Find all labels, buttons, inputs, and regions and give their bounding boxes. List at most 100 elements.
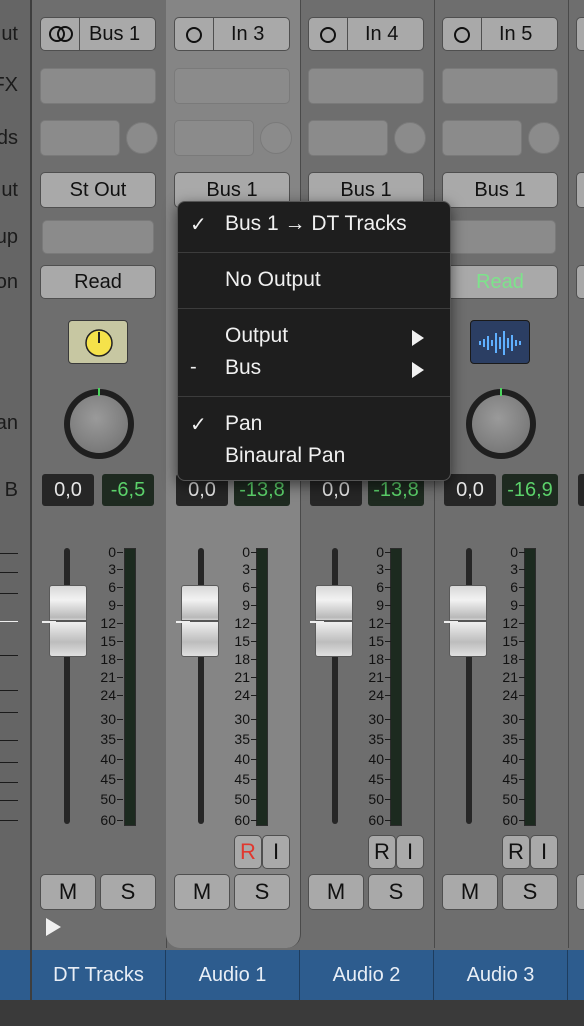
solo-button[interactable]: S (502, 874, 558, 910)
menu-item-binaural-pan[interactable]: Binaural Pan (178, 442, 450, 472)
group-slot[interactable] (42, 220, 154, 254)
send-level-knob[interactable] (126, 122, 158, 154)
scale-tick (385, 695, 391, 696)
automation-mode-button[interactable]: Read (40, 265, 156, 299)
input-monitor-button[interactable]: I (396, 835, 424, 869)
scale-tick (385, 587, 391, 588)
automation-mode-button[interactable] (576, 265, 584, 299)
mute-button[interactable]: M (40, 874, 96, 910)
scale-tick (519, 677, 525, 678)
mute-button[interactable] (576, 874, 584, 910)
audio-fx-slot[interactable] (174, 68, 290, 104)
menu-item-bus1-dt-tracks[interactable]: ✓ Bus 1 → DT Tracks (178, 210, 450, 240)
output-slot[interactable] (576, 172, 584, 208)
menu-item-no-output[interactable]: No Output (178, 266, 450, 296)
scale-label: 15 (100, 633, 116, 649)
mute-button[interactable]: M (174, 874, 230, 910)
scale-tick (0, 782, 18, 783)
output-slot[interactable]: St Out (40, 172, 156, 208)
scale-label: 40 (502, 751, 518, 767)
track-name-audio-3[interactable]: Audio 3 (434, 950, 568, 1000)
scale-tick (385, 569, 391, 570)
track-name-audio-1[interactable]: Audio 1 (166, 950, 300, 1000)
menu-item-bus[interactable]: - Bus (178, 354, 450, 384)
label-pan-row: an (0, 412, 18, 434)
scale-tick (117, 779, 123, 780)
input-label: Bus 1 (89, 23, 141, 45)
mute-button[interactable]: M (308, 874, 364, 910)
scale-tick (519, 779, 525, 780)
send-level-knob[interactable] (260, 122, 292, 154)
submenu-arrow-icon (412, 362, 424, 378)
input-slot[interactable]: In 3 (174, 17, 290, 51)
scale-label: 12 (234, 615, 250, 631)
scale-tick (251, 820, 257, 821)
menu-item-pan[interactable]: ✓ Pan (178, 410, 450, 440)
tuner-plugin-button[interactable] (68, 320, 128, 364)
track-name-partial[interactable] (568, 950, 584, 1000)
send-level-knob[interactable] (394, 122, 426, 154)
scale-tick (251, 623, 257, 624)
scale-label: 24 (100, 687, 116, 703)
audio-fx-slot[interactable] (442, 68, 558, 104)
menu-item-label: Bus (225, 356, 262, 379)
input-slot[interactable] (576, 17, 584, 51)
input-slot[interactable]: In 4 (308, 17, 424, 51)
input-monitor-button[interactable]: I (262, 835, 290, 869)
pan-knob[interactable] (466, 388, 536, 459)
scale-label: 60 (502, 812, 518, 828)
scale-label: 21 (502, 669, 518, 685)
record-enable-button[interactable]: R (234, 835, 262, 869)
audio-fx-slot[interactable] (308, 68, 424, 104)
scale-label: 60 (100, 812, 116, 828)
waveform-plugin-button[interactable] (470, 320, 530, 364)
pan-knob[interactable] (64, 388, 134, 459)
pan-value[interactable]: 0,0 (42, 474, 94, 506)
pan-value[interactable] (578, 474, 584, 506)
input-monitor-button[interactable]: I (530, 835, 558, 869)
scale-label: 40 (234, 751, 250, 767)
scale-tick (0, 553, 18, 554)
volume-value[interactable]: -16,9 (502, 474, 558, 506)
solo-button[interactable]: S (234, 874, 290, 910)
input-slot[interactable]: Bus 1 (40, 17, 156, 51)
solo-button[interactable]: S (368, 874, 424, 910)
send-slot[interactable] (40, 120, 120, 156)
record-enable-button[interactable]: R (502, 835, 530, 869)
scale-tick-zero (0, 621, 18, 622)
output-slot[interactable]: Bus 1 (442, 172, 558, 208)
scale-tick (117, 799, 123, 800)
scale-tick (519, 739, 525, 740)
scale-label: 60 (368, 812, 384, 828)
mute-button[interactable]: M (442, 874, 498, 910)
channel-strip-partial (568, 0, 584, 948)
scale-label: 12 (502, 615, 518, 631)
pan-value[interactable]: 0,0 (444, 474, 496, 506)
scale-tick (385, 779, 391, 780)
send-slot[interactable] (174, 120, 254, 156)
send-slot[interactable] (442, 120, 522, 156)
scale-label: 6 (510, 579, 518, 595)
record-enable-button[interactable]: R (368, 835, 396, 869)
scale-label: 12 (368, 615, 384, 631)
play-icon[interactable] (46, 918, 61, 936)
audio-fx-slot[interactable] (40, 68, 156, 104)
input-slot[interactable]: In 5 (442, 17, 558, 51)
volume-value[interactable]: -6,5 (102, 474, 154, 506)
track-name-dt-tracks[interactable]: DT Tracks (32, 950, 166, 1000)
scale-tick (117, 641, 123, 642)
scale-label: 6 (108, 579, 116, 595)
send-level-knob[interactable] (528, 122, 560, 154)
label-output-row: ut (1, 23, 18, 45)
group-slot[interactable] (444, 220, 556, 254)
send-slot[interactable] (308, 120, 388, 156)
solo-button[interactable]: S (100, 874, 156, 910)
scale-tick (117, 552, 123, 553)
scale-tick (0, 572, 18, 573)
scale-label: 45 (368, 771, 384, 787)
automation-mode-button[interactable]: Read (442, 265, 558, 299)
track-name-audio-2[interactable]: Audio 2 (300, 950, 434, 1000)
scale-tick (385, 641, 391, 642)
menu-item-output[interactable]: Output (178, 322, 450, 352)
level-meter (256, 548, 268, 826)
